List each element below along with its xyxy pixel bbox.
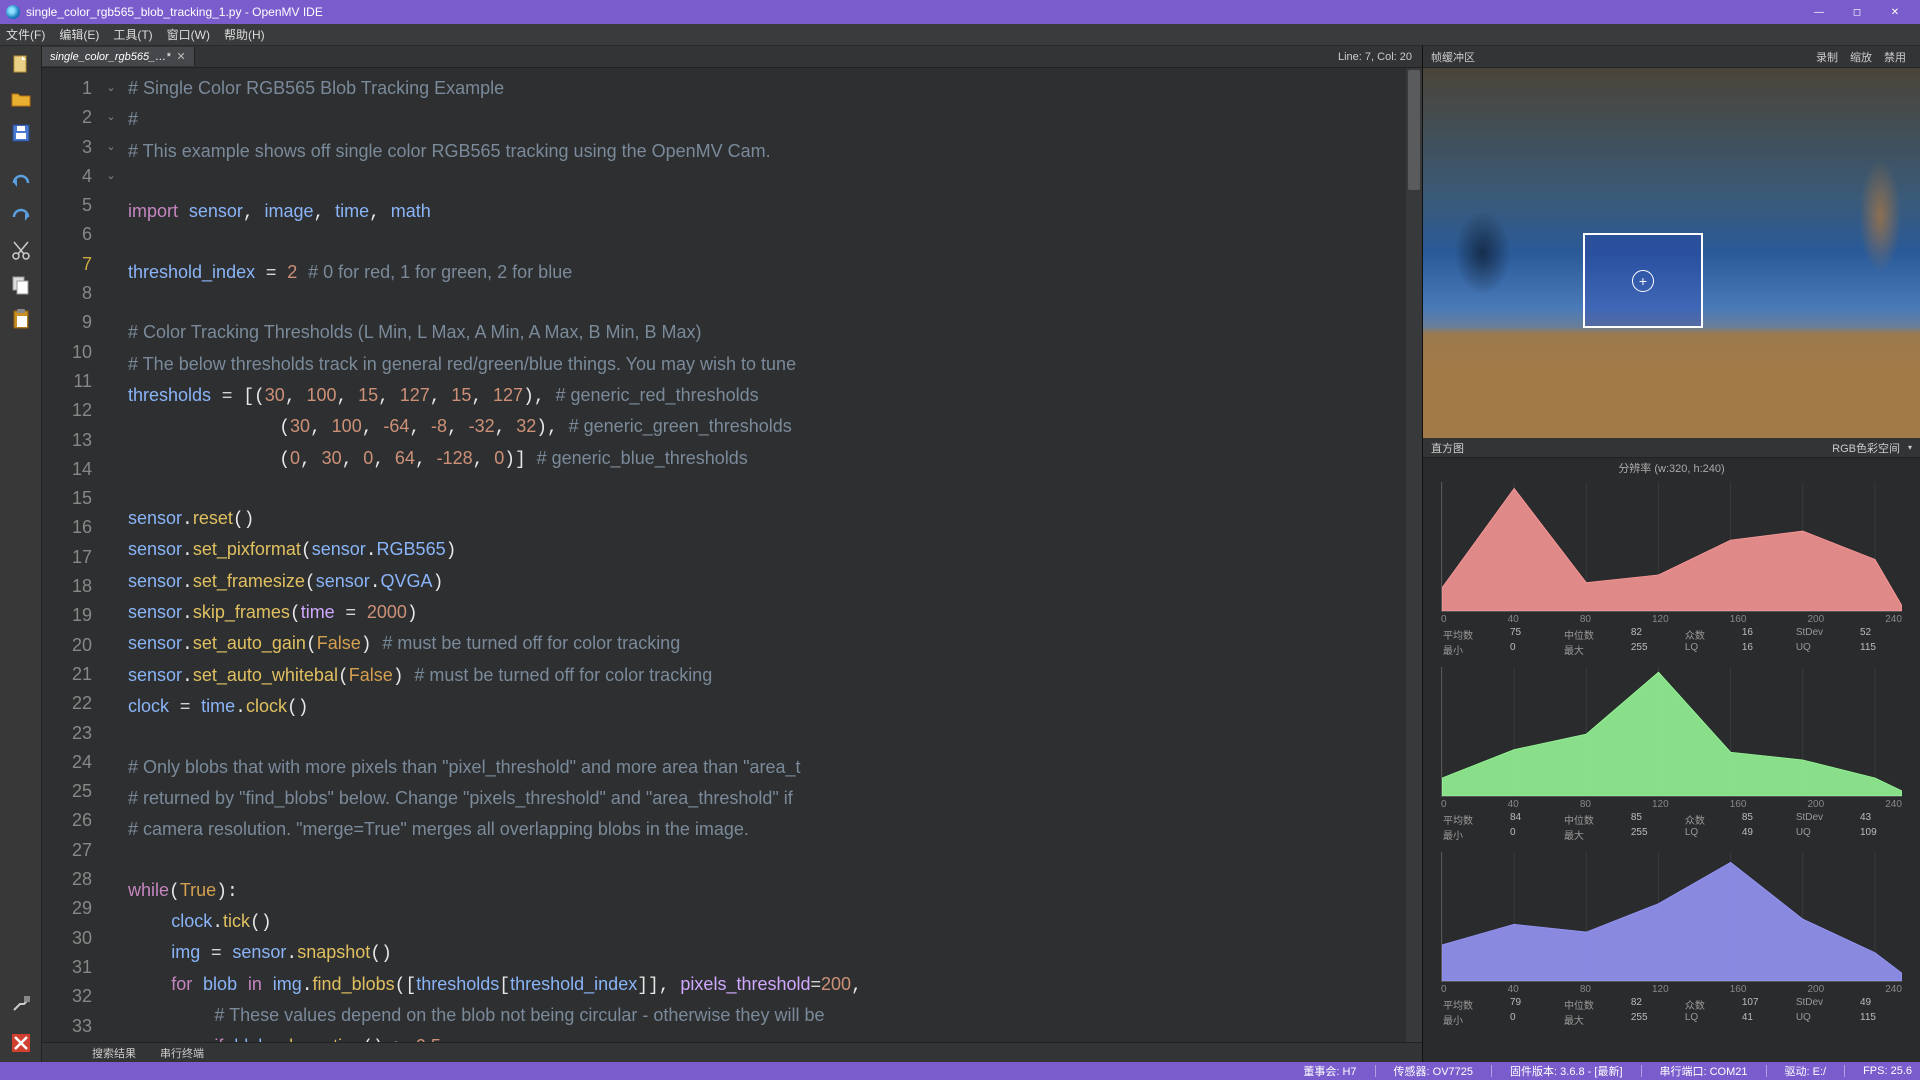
bottom-panel-tabs: 搜索结果 串行终端 [42, 1042, 1422, 1062]
tab-serial-terminal[interactable]: 串行终端 [156, 1043, 208, 1063]
histogram-g: 04080120160200240平均数84中位数85众数85StDev43最小… [1423, 667, 1920, 848]
status-sensor: 传感器: OV7725 [1394, 1063, 1473, 1079]
status-firmware: 固件版本: 3.6.8 - [最新] [1510, 1063, 1622, 1079]
redo-icon[interactable] [6, 204, 36, 230]
connect-icon[interactable] [6, 990, 36, 1016]
undo-icon[interactable] [6, 170, 36, 196]
histogram-header: 直方图 RGB色彩空间 [1423, 438, 1920, 458]
framebuffer-title: 帧缓冲区 [1431, 49, 1475, 65]
window-title: single_color_rgb565_blob_tracking_1.py -… [26, 5, 323, 19]
tab-label: single_color_rgb565_…* [50, 51, 170, 63]
menu-window[interactable]: 窗口(W) [167, 26, 210, 43]
title-bar: single_color_rgb565_blob_tracking_1.py -… [0, 0, 1920, 24]
open-file-icon[interactable] [6, 86, 36, 112]
editor-area: single_color_rgb565_…* ✕ Line: 7, Col: 2… [42, 46, 1422, 1062]
stop-icon[interactable] [6, 1030, 36, 1056]
status-port: 串行端口: COM21 [1660, 1063, 1748, 1079]
selection-rect[interactable] [1583, 233, 1703, 328]
cursor-position: Line: 7, Col: 20 [1338, 51, 1422, 63]
fold-column[interactable]: ⌄⌄⌄⌄ [102, 68, 120, 1042]
histogram-title: 直方图 [1431, 440, 1464, 456]
status-board: 董事会: H7 [1303, 1063, 1356, 1079]
status-drive: 驱动: E:/ [1785, 1063, 1827, 1079]
code-editor[interactable]: 1234567891011121314151617181920212223242… [42, 68, 1422, 1042]
status-bar: 董事会: H7 传感器: OV7725 固件版本: 3.6.8 - [最新] 串… [0, 1062, 1920, 1080]
file-tab[interactable]: single_color_rgb565_…* ✕ [42, 47, 195, 66]
colorspace-dropdown[interactable]: RGB色彩空间 [1832, 440, 1912, 456]
menu-help[interactable]: 帮助(H) [224, 26, 265, 43]
paste-icon[interactable] [6, 306, 36, 332]
cut-icon[interactable] [6, 238, 36, 264]
tab-search-results[interactable]: 搜索结果 [88, 1043, 140, 1063]
disable-button[interactable]: 禁用 [1878, 49, 1912, 65]
line-gutter: 1234567891011121314151617181920212223242… [42, 68, 102, 1042]
histogram-r: 04080120160200240平均数75中位数82众数16StDev52最小… [1423, 482, 1920, 663]
right-panel: 帧缓冲区 录制 缩放 禁用 直方图 RGB色彩空间 分辨率 (w:320, h:… [1422, 46, 1920, 1062]
left-toolbar [0, 46, 42, 1062]
tab-close-icon[interactable]: ✕ [176, 50, 185, 63]
menu-edit[interactable]: 编辑(E) [59, 26, 99, 43]
menu-tools[interactable]: 工具(T) [113, 26, 152, 43]
copy-icon[interactable] [6, 272, 36, 298]
histogram-b: 04080120160200240平均数79中位数82众数107StDev49最… [1423, 852, 1920, 1033]
minimize-button[interactable]: — [1800, 3, 1838, 21]
menu-file[interactable]: 文件(F) [6, 26, 45, 43]
menu-bar: 文件(F) 编辑(E) 工具(T) 窗口(W) 帮助(H) [0, 24, 1920, 46]
record-button[interactable]: 录制 [1810, 49, 1844, 65]
tab-bar: single_color_rgb565_…* ✕ Line: 7, Col: 2… [42, 46, 1422, 68]
vertical-scrollbar[interactable] [1406, 68, 1422, 1042]
framebuffer-view[interactable] [1423, 68, 1920, 438]
zoom-button[interactable]: 缩放 [1844, 49, 1878, 65]
app-logo-icon [6, 5, 20, 19]
code-content[interactable]: # Single Color RGB565 Blob Tracking Exam… [120, 68, 1406, 1042]
save-file-icon[interactable] [6, 120, 36, 146]
close-button[interactable]: ✕ [1876, 3, 1914, 21]
new-file-icon[interactable] [6, 52, 36, 78]
resolution-label: 分辨率 (w:320, h:240) [1423, 458, 1920, 478]
status-fps: FPS: 25.6 [1863, 1065, 1912, 1077]
maximize-button[interactable]: ◻ [1838, 3, 1876, 21]
framebuffer-header: 帧缓冲区 录制 缩放 禁用 [1423, 46, 1920, 68]
